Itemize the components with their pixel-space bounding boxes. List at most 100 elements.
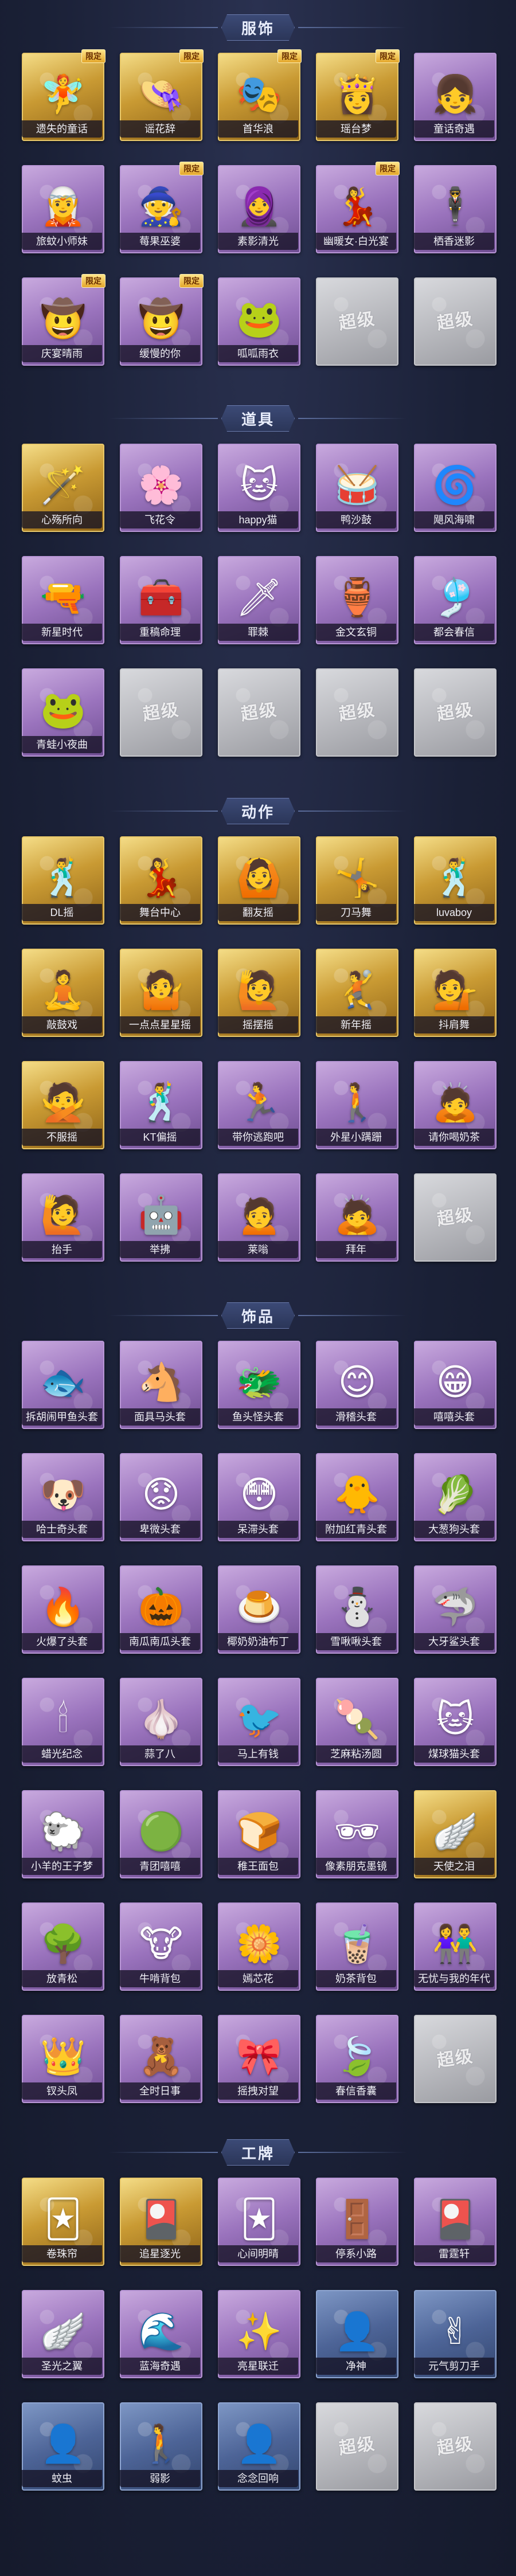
item-card[interactable]: 🙋 抬手 bbox=[18, 1172, 105, 1274]
item-card[interactable]: 🏃 带你逃跑吧 bbox=[214, 1060, 302, 1162]
item-card[interactable]: 🐶 哈士奇头套 bbox=[18, 1452, 105, 1554]
item-card[interactable]: 🎀 摇拽对望 bbox=[214, 2014, 302, 2116]
item-card[interactable]: 👤 净神 bbox=[312, 2289, 400, 2391]
item-card[interactable]: 🌼 嫣芯花 bbox=[214, 1901, 302, 2003]
item-card[interactable]: 🔫 新星时代 bbox=[18, 555, 105, 657]
item-card[interactable]: 🙇 拜年 bbox=[312, 1172, 400, 1274]
item-card[interactable]: 🐱 煤球猫头套 bbox=[411, 1677, 498, 1779]
item-card[interactable]: 🐲 鱼头怪头套 bbox=[214, 1340, 302, 1442]
item-card[interactable]: 🙅 不服摇 bbox=[18, 1060, 105, 1162]
item-card[interactable]: 💃 限定 幽暖女·白光宴 bbox=[312, 162, 400, 266]
item-card[interactable]: 🎴 追星逐光 bbox=[116, 2176, 204, 2279]
item-art-icon: 🤸 bbox=[334, 857, 380, 900]
item-card[interactable]: 💃 舞台中心 bbox=[116, 835, 204, 937]
item-card[interactable]: 🎃 南瓜南瓜头套 bbox=[116, 1564, 204, 1666]
item-card[interactable]: 🧙 限定 莓果巫婆 bbox=[116, 162, 204, 266]
empty-slot: 超级 bbox=[411, 667, 498, 769]
item-card[interactable]: 🃏 心间明晴 bbox=[214, 2176, 302, 2279]
item-card[interactable]: 🧄 蒜了八 bbox=[116, 1677, 204, 1779]
item-card[interactable]: 🚶 弱影 bbox=[116, 2401, 204, 2503]
item-art-icon: 🧰 bbox=[138, 577, 184, 620]
item-card[interactable]: 🐟 拆胡闹甲鱼头套 bbox=[18, 1340, 105, 1442]
item-card[interactable]: 👸 限定 瑶台梦 bbox=[312, 49, 400, 154]
item-card[interactable]: 🙆 翻友摇 bbox=[214, 835, 302, 937]
item-card[interactable]: 🤖 举拂 bbox=[116, 1172, 204, 1274]
item-card[interactable]: 😳 呆滞头套 bbox=[214, 1452, 302, 1554]
item-card[interactable]: 🐥 附加红青头套 bbox=[312, 1452, 400, 1554]
item-card[interactable]: 🔥 火爆了头套 bbox=[18, 1564, 105, 1666]
section-title: 动作 bbox=[221, 798, 295, 824]
item-card[interactable]: 🤾 新年摇 bbox=[312, 948, 400, 1050]
item-card[interactable]: 🐑 小羊的王子梦 bbox=[18, 1789, 105, 1891]
item-art-icon: 🤾 bbox=[334, 969, 380, 1012]
item-card[interactable]: 🕯 蜡光纪念 bbox=[18, 1677, 105, 1779]
item-name: 弱影 bbox=[120, 2470, 200, 2487]
item-card[interactable]: 🃏 卷珠帘 bbox=[18, 2176, 105, 2279]
item-card[interactable]: 🕴 栖香迷影 bbox=[411, 164, 498, 266]
item-card[interactable]: 🎭 限定 首华浪 bbox=[214, 49, 302, 154]
item-card[interactable]: 🐸 青蛙小夜曲 bbox=[18, 667, 105, 769]
item-card[interactable]: 🤠 限定 庆宴晴雨 bbox=[18, 274, 105, 378]
item-card[interactable]: 🍞 稚王面包 bbox=[214, 1789, 302, 1891]
item-card[interactable]: 🥬 大葱狗头套 bbox=[411, 1452, 498, 1554]
item-card[interactable]: 🤷 一点点星星摇 bbox=[116, 948, 204, 1050]
item-card[interactable]: 🧘 敲鼓戏 bbox=[18, 948, 105, 1050]
item-card[interactable]: 🧋 奶茶背包 bbox=[312, 1901, 400, 2003]
item-card[interactable]: 😁 嘻嘻头套 bbox=[411, 1340, 498, 1442]
item-card[interactable]: 🍡 芝麻粘汤圆 bbox=[312, 1677, 400, 1779]
item-card[interactable]: 🏺 金文玄铜 bbox=[312, 555, 400, 657]
item-card[interactable]: 🌊 蓝海奇遇 bbox=[116, 2289, 204, 2391]
item-card[interactable]: 👤 念念回响 bbox=[214, 2401, 302, 2503]
item-card[interactable]: 😊 滑稽头套 bbox=[312, 1340, 400, 1442]
item-card[interactable]: 🍮 椰奶奶油布丁 bbox=[214, 1564, 302, 1666]
item-card[interactable]: 🙍 莱嗡 bbox=[214, 1172, 302, 1274]
item-name: 抬手 bbox=[22, 1241, 102, 1258]
item-card[interactable]: 🌸 飞花令 bbox=[116, 443, 204, 545]
item-card[interactable]: 🕶 像素朋克墨镜 bbox=[312, 1789, 400, 1891]
item-card[interactable]: 🐱 happy猫 bbox=[214, 443, 302, 545]
item-card[interactable]: 🐸 呱呱雨衣 bbox=[214, 276, 302, 378]
item-card[interactable]: 🟢 青团嘻嘻 bbox=[116, 1789, 204, 1891]
item-card[interactable]: 🎴 雷霆轩 bbox=[411, 2176, 498, 2279]
item-card[interactable]: 🤸 刀马舞 bbox=[312, 835, 400, 937]
item-card[interactable]: 👧 童话奇遇 bbox=[411, 52, 498, 154]
item-card[interactable]: 🪄 心殇所向 bbox=[18, 443, 105, 545]
item-card[interactable]: 🧚 限定 遗失的童话 bbox=[18, 49, 105, 154]
item-card[interactable]: 😟 卑微头套 bbox=[116, 1452, 204, 1554]
item-card[interactable]: 🕺 DL摇 bbox=[18, 835, 105, 937]
item-card[interactable]: 🐮 牛啃背包 bbox=[116, 1901, 204, 2003]
item-card[interactable]: 🦈 大牙鲨头套 bbox=[411, 1564, 498, 1666]
item-card[interactable]: 🗡 罪棘 bbox=[214, 555, 302, 657]
item-card[interactable]: 👤 蚊虫 bbox=[18, 2401, 105, 2503]
item-card[interactable]: 🍃 春信香囊 bbox=[312, 2014, 400, 2116]
item-card[interactable]: 🥁 鸭沙鼓 bbox=[312, 443, 400, 545]
item-card[interactable]: 🧰 重稿命理 bbox=[116, 555, 204, 657]
item-card[interactable]: 🚪 停系小路 bbox=[312, 2176, 400, 2279]
item-card[interactable]: 🙋 摇摆摇 bbox=[214, 948, 302, 1050]
item-card[interactable]: 🐴 面具马头套 bbox=[116, 1340, 204, 1442]
item-card[interactable]: 🕺 KT偏摇 bbox=[116, 1060, 204, 1162]
item-card[interactable]: ⛄ 雪啾啾头套 bbox=[312, 1564, 400, 1666]
item-card[interactable]: 🎐 都会春信 bbox=[411, 555, 498, 657]
item-card[interactable]: ✌ 元气剪刀手 bbox=[411, 2289, 498, 2391]
item-name: 旅蚊小师妹 bbox=[22, 233, 102, 250]
item-card[interactable]: 👫 无忧与我的年代 bbox=[411, 1901, 498, 2003]
item-card[interactable]: 🕺 luvaboy bbox=[411, 835, 498, 937]
item-card[interactable]: ✨ 亮星联迁 bbox=[214, 2289, 302, 2391]
item-card[interactable]: 🧕 素影清光 bbox=[214, 164, 302, 266]
item-card[interactable]: 💁 抖肩舞 bbox=[411, 948, 498, 1050]
item-card[interactable]: 🌳 放青松 bbox=[18, 1901, 105, 2003]
item-card[interactable]: 🚶 外星小蹒跚 bbox=[312, 1060, 400, 1162]
item-card[interactable]: 🐦 马上有钱 bbox=[214, 1677, 302, 1779]
item-card[interactable]: 👑 钗头凤 bbox=[18, 2014, 105, 2116]
item-name: 附加红青头套 bbox=[316, 1521, 396, 1538]
item-card[interactable]: 🧸 全时日事 bbox=[116, 2014, 204, 2116]
item-card[interactable]: 🪽 圣光之翼 bbox=[18, 2289, 105, 2391]
item-card[interactable]: 👒 限定 谣花辞 bbox=[116, 49, 204, 154]
item-card[interactable]: 🌀 飓风海啸 bbox=[411, 443, 498, 545]
item-card[interactable]: 🪽 天使之泪 bbox=[411, 1789, 498, 1891]
item-card[interactable]: 🤠 限定 缓慢的你 bbox=[116, 274, 204, 378]
item-art-icon: 🎴 bbox=[432, 2198, 478, 2241]
item-card[interactable]: 🧝 旅蚊小师妹 bbox=[18, 164, 105, 266]
item-card[interactable]: 🙇 请你喝奶茶 bbox=[411, 1060, 498, 1162]
